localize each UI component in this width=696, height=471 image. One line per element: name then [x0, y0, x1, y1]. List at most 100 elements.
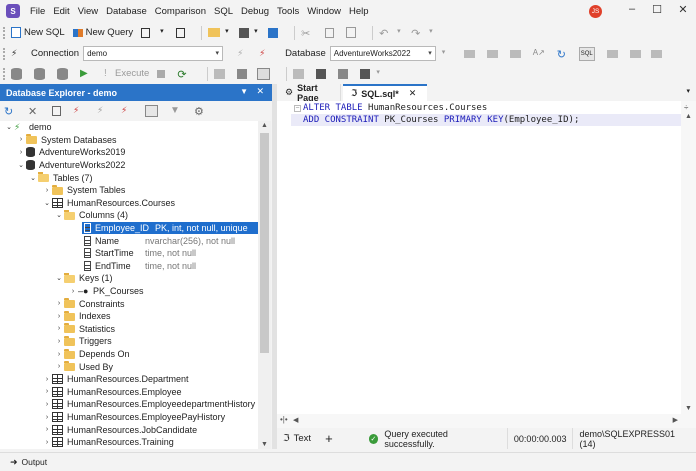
- tree-node-depends-on[interactable]: › Depends On: [54, 348, 130, 361]
- chevron-right-icon[interactable]: ›: [42, 388, 52, 395]
- chevron-down-icon[interactable]: ⌄: [54, 274, 64, 282]
- tree-node-system-databases[interactable]: › System Databases: [16, 134, 117, 147]
- schema-icon[interactable]: [360, 68, 371, 79]
- tree-node-humanresources-courses[interactable]: ⌄ HumanResources.Courses: [42, 197, 175, 210]
- chevron-right-icon[interactable]: ›: [42, 187, 52, 194]
- chevron-down-icon[interactable]: ⌄: [4, 123, 14, 131]
- sql-mode-icon[interactable]: SQL: [578, 46, 595, 61]
- menu-database[interactable]: Database: [102, 6, 151, 17]
- indent-icon[interactable]: [629, 49, 641, 58]
- menu-edit[interactable]: Edit: [49, 6, 73, 17]
- tree-node-keys[interactable]: ⌄ Keys (1): [54, 272, 113, 285]
- tree-node-tables[interactable]: ⌄ Tables (7): [28, 171, 93, 184]
- dropdown-arrow-icon[interactable]: ▾: [397, 27, 405, 39]
- tree-node-adventureworks2022[interactable]: ⌄ AdventureWorks2022: [16, 159, 125, 172]
- menu-help[interactable]: Help: [345, 6, 373, 17]
- tree-node-humanresources-department[interactable]: › HumanResources.Department: [42, 373, 189, 386]
- disconnect-icon[interactable]: ⚡: [121, 105, 133, 117]
- group-by-icon[interactable]: [145, 105, 158, 117]
- chevron-right-icon[interactable]: ›: [54, 351, 64, 358]
- tree-node-adventureworks2019[interactable]: › AdventureWorks2019: [16, 146, 125, 159]
- add-object-icon[interactable]: [176, 27, 186, 38]
- toolbar-grip[interactable]: [3, 47, 7, 60]
- database-select[interactable]: AdventureWorks2022 ▾: [329, 46, 436, 61]
- add-tab-icon[interactable]: +: [325, 431, 333, 446]
- chevron-right-icon[interactable]: ›: [16, 149, 26, 156]
- tree-node-constraints[interactable]: › Constraints: [54, 297, 125, 310]
- chart-icon[interactable]: [509, 49, 521, 58]
- transaction-icon[interactable]: [293, 68, 305, 79]
- fold-collapse-icon[interactable]: –: [294, 105, 301, 112]
- minimize-icon[interactable]: –: [622, 3, 642, 15]
- stop-icon[interactable]: [157, 69, 166, 78]
- chevron-right-icon[interactable]: ›: [54, 313, 64, 320]
- dropdown-arrow-icon[interactable]: ▾: [160, 27, 168, 39]
- database-settings-icon[interactable]: [34, 67, 45, 80]
- tree-node-columns[interactable]: ⌄ Columns (4): [54, 209, 128, 222]
- close-panel-icon[interactable]: ✕: [256, 86, 264, 97]
- scroll-right-icon[interactable]: ▶: [673, 416, 678, 424]
- play-icon[interactable]: ▶: [80, 68, 92, 80]
- open-folder-icon[interactable]: [208, 28, 221, 37]
- comment-icon[interactable]: [650, 49, 662, 58]
- pin-icon[interactable]: ▼: [240, 87, 248, 96]
- menu-sql[interactable]: SQL: [210, 6, 237, 17]
- chevron-down-icon[interactable]: ⌄: [42, 199, 52, 207]
- database-icon[interactable]: [11, 67, 22, 80]
- refresh-icon[interactable]: ↻: [557, 48, 569, 61]
- tree-node-starttime[interactable]: StartTime time, not null: [84, 247, 196, 260]
- scroll-left-icon[interactable]: ◀: [293, 416, 298, 424]
- tree-node-employee-id[interactable]: Employee_ID PK, int, not null, unique: [82, 221, 258, 235]
- tree-node-humanresources-employeedepartmenthistory[interactable]: › HumanResources.EmployeedepartmentHisto…: [42, 398, 255, 411]
- tree-node-pk-courses[interactable]: › ‒● PK_Courses: [68, 285, 144, 298]
- tree-node-indexes[interactable]: › Indexes: [54, 310, 111, 323]
- tab-start-page[interactable]: ⚙ Start Page: [277, 83, 341, 103]
- menu-comparison[interactable]: Comparison: [151, 6, 210, 17]
- new-query-button[interactable]: New Query: [72, 27, 133, 38]
- copy-icon[interactable]: [325, 27, 335, 38]
- grid-view-icon[interactable]: [486, 49, 498, 58]
- database-refresh-icon[interactable]: [57, 67, 68, 80]
- tree-node-humanresources-training[interactable]: › HumanResources.Training: [42, 436, 174, 449]
- user-avatar[interactable]: JS: [589, 5, 602, 18]
- chevron-right-icon[interactable]: ›: [42, 439, 52, 446]
- scrollbar-thumb[interactable]: [260, 133, 269, 353]
- chevron-right-icon[interactable]: ›: [54, 363, 64, 370]
- split-editor-icon[interactable]: ÷: [684, 103, 688, 112]
- scroll-down-icon[interactable]: ▼: [685, 405, 692, 412]
- tree-node-system-tables[interactable]: › System Tables: [42, 184, 125, 197]
- filter-icon[interactable]: ▼: [170, 105, 182, 117]
- tree-node-statistics[interactable]: › Statistics: [54, 323, 115, 336]
- text-size-icon[interactable]: A↗: [533, 48, 545, 60]
- toolbar-grip[interactable]: [3, 26, 7, 39]
- chevron-right-icon[interactable]: ›: [42, 376, 52, 383]
- chevron-right-icon[interactable]: ›: [42, 401, 52, 408]
- paste-icon[interactable]: [346, 27, 357, 38]
- tree-scrollbar[interactable]: ▲ ▼: [258, 121, 271, 449]
- chevron-right-icon[interactable]: ›: [54, 325, 64, 332]
- refresh-icon[interactable]: ↻: [4, 105, 16, 118]
- menu-tools[interactable]: Tools: [273, 6, 303, 17]
- query-profiler-icon[interactable]: [214, 68, 226, 79]
- dropdown-arrow-icon[interactable]: ▾: [254, 27, 262, 39]
- save-icon[interactable]: [239, 27, 250, 38]
- format-icon[interactable]: [463, 49, 475, 58]
- reconnect-icon[interactable]: ⚡: [259, 48, 271, 60]
- execution-history-icon[interactable]: ⟳: [177, 68, 189, 81]
- chevron-right-icon[interactable]: ›: [54, 300, 64, 307]
- dropdown-arrow-icon[interactable]: ▾: [442, 48, 454, 60]
- delete-icon[interactable]: ✕: [28, 105, 40, 118]
- menu-window[interactable]: Window: [303, 6, 345, 17]
- close-tab-icon[interactable]: ✕: [409, 88, 417, 99]
- text-tab[interactable]: ℑ Text: [277, 428, 317, 449]
- chevron-down-icon[interactable]: ⌄: [54, 211, 64, 219]
- editor-vertical-scrollbar[interactable]: ÷ ▲ ▼: [681, 101, 696, 414]
- menu-debug[interactable]: Debug: [237, 6, 273, 17]
- disconnect-icon[interactable]: ⚡: [237, 48, 249, 60]
- tree-node-endtime[interactable]: EndTime time, not null: [84, 260, 196, 273]
- align-icon[interactable]: [606, 49, 618, 58]
- chevron-right-icon[interactable]: ›: [42, 426, 52, 433]
- execute-button[interactable]: ! Execute: [104, 68, 149, 80]
- close-window-icon[interactable]: ✕: [673, 3, 693, 16]
- menu-view[interactable]: View: [74, 6, 102, 17]
